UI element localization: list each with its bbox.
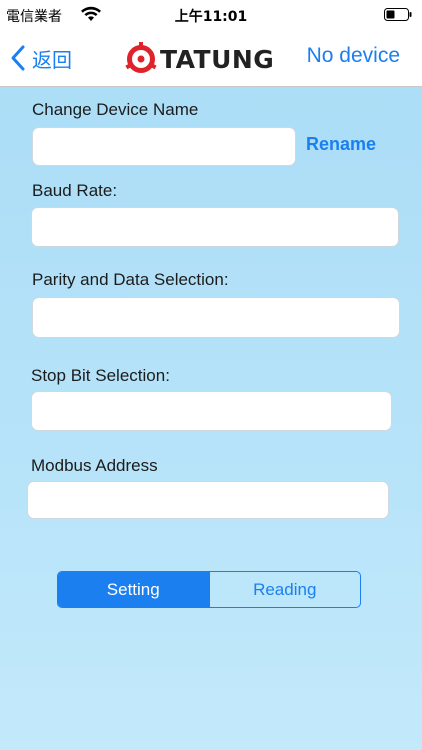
status-bar: 電信業者 上午11:01	[0, 0, 422, 30]
parity-field[interactable]	[32, 297, 400, 338]
segment-reading[interactable]: Reading	[208, 572, 361, 607]
navigation-bar: 返回 TATUNG No device	[0, 30, 422, 87]
modbus-address-label: Modbus Address	[31, 456, 158, 475]
back-label: 返回	[32, 47, 72, 72]
stop-bit-field[interactable]	[31, 391, 392, 431]
logo-text: TATUNG	[160, 44, 275, 74]
segment-setting[interactable]: Setting	[58, 572, 209, 607]
chevron-left-icon	[11, 45, 25, 71]
stop-bit-label: Stop Bit Selection:	[31, 366, 170, 385]
modbus-address-field[interactable]	[27, 481, 389, 519]
rename-button[interactable]: Rename	[306, 134, 376, 155]
device-status: No device	[306, 44, 400, 67]
status-time: 上午11:01	[174, 9, 248, 25]
baud-rate-label: Baud Rate:	[32, 181, 118, 200]
baud-rate-field[interactable]	[31, 207, 399, 247]
back-button[interactable]: 返回	[10, 42, 72, 74]
tatung-logo: TATUNG	[124, 42, 274, 76]
device-name-field[interactable]	[32, 127, 296, 166]
tatung-emblem-icon	[125, 42, 157, 73]
mode-segmented-control: Setting Reading	[57, 571, 361, 608]
device-name-label: Change Device Name	[32, 100, 199, 119]
parity-label: Parity and Data Selection:	[32, 270, 229, 289]
battery-icon	[384, 8, 412, 21]
